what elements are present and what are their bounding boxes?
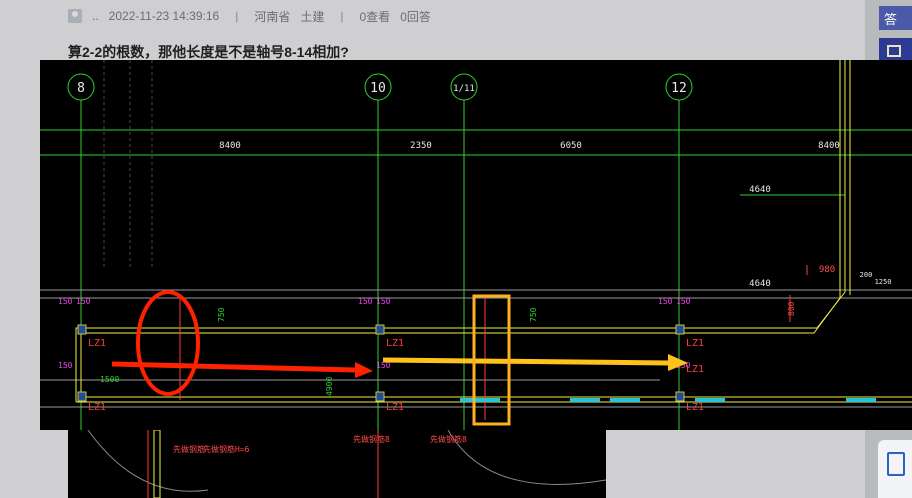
dim-150: 150	[76, 297, 91, 306]
meta-separator: |	[235, 9, 239, 23]
view-count: 0查看	[359, 9, 391, 24]
span-dim-8400: 8400	[219, 141, 241, 151]
dim-4640-lower: 4640	[749, 279, 771, 289]
cad-drawing-image: 8 10 1/11 12 8400 2350 6050 8400 4640 46…	[40, 60, 912, 430]
dim-150: 150	[358, 297, 373, 306]
dim-4900: 4900	[325, 377, 334, 396]
dim-1500: 1500	[100, 375, 119, 384]
dim-750: 750	[529, 307, 538, 322]
dim-980: 980	[819, 265, 835, 275]
dim-150: 150	[658, 297, 673, 306]
axis-label-8: 8	[77, 81, 85, 96]
post-category[interactable]: 土建	[300, 8, 324, 25]
dim-150: 150	[376, 297, 391, 306]
meta-separator: |	[340, 9, 344, 23]
post-meta: .. 2022-11-23 14:39:16 | 河南省 土建 | 0查看 0回…	[68, 8, 431, 24]
beam-label-lz1: LZ1	[88, 402, 106, 413]
axis-label-10: 10	[370, 81, 386, 96]
lower-note: 先做钢筋8	[430, 434, 467, 444]
dim-150: 150	[676, 297, 691, 306]
beam-label-lz1: LZ1	[686, 364, 704, 375]
dim-4640: 4640	[749, 185, 771, 195]
lower-note: 先做钢筋	[173, 444, 205, 454]
lower-note: 先做钢筋8	[353, 434, 390, 444]
cad-drawing: 8 10 1/11 12 8400 2350 6050 8400 4640 46…	[40, 60, 912, 430]
dim-150: 150	[58, 297, 73, 306]
lower-note: 先做钢筋H=6	[203, 444, 250, 454]
beam-label-lz1: LZ1	[88, 338, 106, 349]
dim-750: 750	[217, 307, 226, 322]
author-name[interactable]: ..	[92, 9, 99, 23]
answer-tab[interactable]: 答	[879, 6, 912, 30]
avatar[interactable]	[68, 9, 82, 23]
beam-label-lz1: LZ1	[386, 402, 404, 413]
beam-label-lz1: LZ1	[686, 402, 704, 413]
cad-drawing-lower: 先做钢筋 先做钢筋H=6 先做钢筋8 先做钢筋8	[68, 430, 606, 498]
dim-200: 200	[860, 271, 873, 279]
span-dim-2350: 2350	[410, 141, 432, 151]
post-datetime: 2022-11-23 14:39:16	[108, 9, 220, 23]
post-location: 河南省	[254, 9, 291, 24]
dim-1250: 1250	[875, 278, 892, 286]
axis-label-1-11: 1/11	[453, 84, 475, 94]
red-highlight-ellipse	[136, 290, 200, 396]
axis-label-12: 12	[671, 81, 687, 96]
beam-label-lz1: LZ1	[686, 338, 704, 349]
answer-count: 0回答	[400, 9, 431, 24]
span-dim-8400-right: 8400	[818, 141, 840, 151]
document-icon[interactable]	[878, 440, 912, 498]
yellow-arrow	[382, 354, 688, 371]
cad-drawing-lower-svg: 先做钢筋 先做钢筋H=6 先做钢筋8 先做钢筋8	[87, 430, 606, 498]
question-title[interactable]: 算2-2的根数，那他长度是不是轴号8-14相加?	[68, 42, 349, 62]
dim-800: 800	[787, 301, 796, 316]
red-arrow	[111, 361, 373, 378]
span-dim-6050: 6050	[560, 141, 582, 151]
dim-150: 150	[58, 361, 73, 370]
beam-label-lz1: LZ1	[386, 338, 404, 349]
